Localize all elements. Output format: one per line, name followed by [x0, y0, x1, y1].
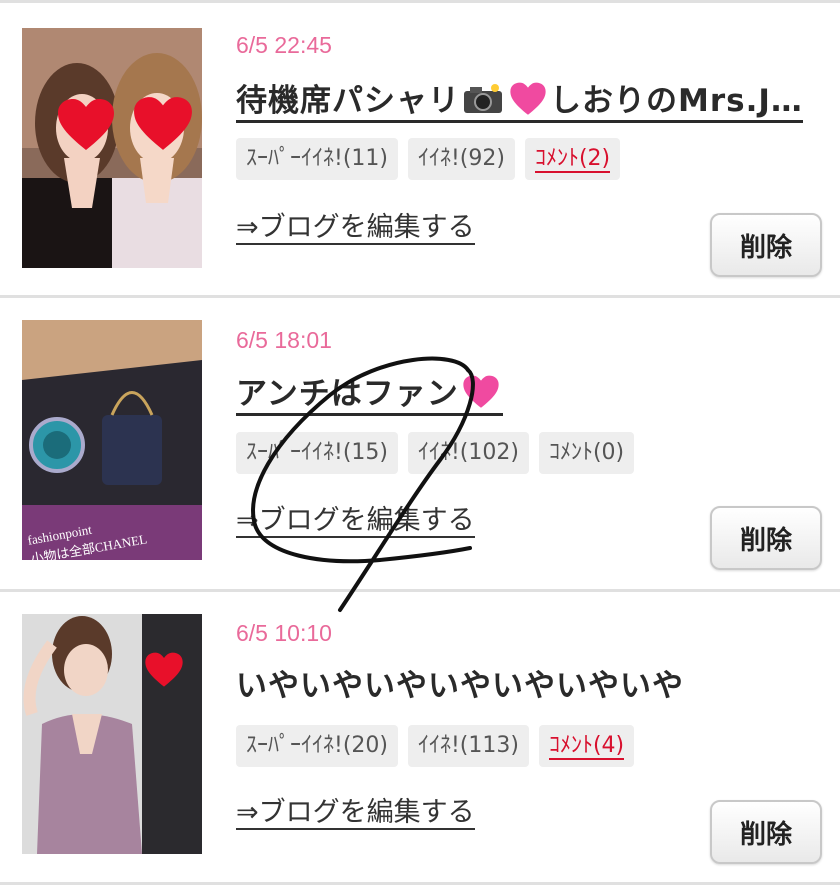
- reaction-tags: ｽｰﾊﾟｰｲｲﾈ!(11) ｲｲﾈ!(92) ｺﾒﾝﾄ(2): [236, 138, 621, 180]
- like-count[interactable]: ｲｲﾈ!(92): [407, 138, 515, 180]
- sparkling-heart-icon: [461, 375, 501, 417]
- edit-blog-label: ⇒ブログを編集する: [236, 797, 475, 830]
- super-like-count[interactable]: ｽｰﾊﾟｰｲｲﾈ!(20): [236, 725, 398, 767]
- entry-title-suffix: しおりのMrs.J…: [550, 83, 803, 119]
- edit-blog-link[interactable]: ⇒ブログを編集する: [236, 790, 475, 830]
- entry-thumbnail[interactable]: fashionpoint 小物は全部CHANEL: [22, 320, 202, 560]
- blog-entry: 6/5 10:10 いやいやいやいやいやいやいや ｽｰﾊﾟｰｲｲﾈ!(20) ｲ…: [0, 592, 840, 882]
- entry-title-text: いやいやいやいやいやいやいや: [236, 668, 684, 704]
- like-count[interactable]: ｲｲﾈ!(102): [407, 432, 529, 474]
- reaction-tags: ｽｰﾊﾟｰｲｲﾈ!(15) ｲｲﾈ!(102) ｺﾒﾝﾄ(0): [236, 432, 635, 474]
- like-count[interactable]: ｲｲﾈ!(113): [407, 725, 529, 767]
- edit-blog-link[interactable]: ⇒ブログを編集する: [236, 498, 475, 538]
- super-like-count[interactable]: ｽｰﾊﾟｰｲｲﾈ!(15): [236, 432, 398, 474]
- comment-link-label: ｺﾒﾝﾄ(2): [534, 146, 611, 173]
- delete-button[interactable]: 削除: [710, 506, 822, 570]
- entry-thumbnail[interactable]: [22, 28, 202, 268]
- comment-link[interactable]: ｺﾒﾝﾄ(2): [524, 138, 621, 180]
- heart-sticker-icon: [56, 98, 116, 156]
- entry-date: 6/5 18:01: [236, 327, 332, 353]
- divider-bottom: [0, 882, 840, 885]
- comment-link[interactable]: ｺﾒﾝﾄ(4): [538, 725, 635, 767]
- entry-date: 6/5 10:10: [236, 620, 332, 646]
- entry-title-text: アンチはファン: [236, 376, 459, 412]
- delete-button[interactable]: 削除: [710, 800, 822, 864]
- entry-thumbnail[interactable]: [22, 614, 202, 854]
- heart-sticker-icon: [132, 96, 194, 156]
- entry-title[interactable]: 待機席パシャリ しおりのMrs.J…: [236, 75, 826, 124]
- camera-flash-icon: [462, 83, 504, 123]
- entry-title[interactable]: アンチはファン: [236, 368, 826, 417]
- super-like-count[interactable]: ｽｰﾊﾟｰｲｲﾈ!(11): [236, 138, 398, 180]
- delete-button[interactable]: 削除: [710, 213, 822, 277]
- entry-title[interactable]: いやいやいやいやいやいやいや: [236, 660, 826, 705]
- blog-entry: 6/5 22:45 待機席パシャリ しおりのMrs.J… ｽｰﾊﾟｰｲｲﾈ!(11…: [0, 3, 840, 293]
- comment-count[interactable]: ｺﾒﾝﾄ(0): [538, 432, 635, 474]
- blog-entry: fashionpoint 小物は全部CHANEL 6/5 18:01 アンチはフ…: [0, 298, 840, 588]
- sparkling-heart-icon: [508, 82, 548, 124]
- reaction-tags: ｽｰﾊﾟｰｲｲﾈ!(20) ｲｲﾈ!(113) ｺﾒﾝﾄ(4): [236, 725, 635, 767]
- edit-blog-link[interactable]: ⇒ブログを編集する: [236, 205, 475, 245]
- entry-date: 6/5 22:45: [236, 32, 332, 58]
- entry-title-text: 待機席パシャリ: [236, 83, 460, 119]
- comment-link-label: ｺﾒﾝﾄ(4): [548, 733, 625, 760]
- heart-sticker-icon: [144, 652, 184, 692]
- edit-blog-label: ⇒ブログを編集する: [236, 212, 475, 245]
- edit-blog-label: ⇒ブログを編集する: [236, 505, 475, 538]
